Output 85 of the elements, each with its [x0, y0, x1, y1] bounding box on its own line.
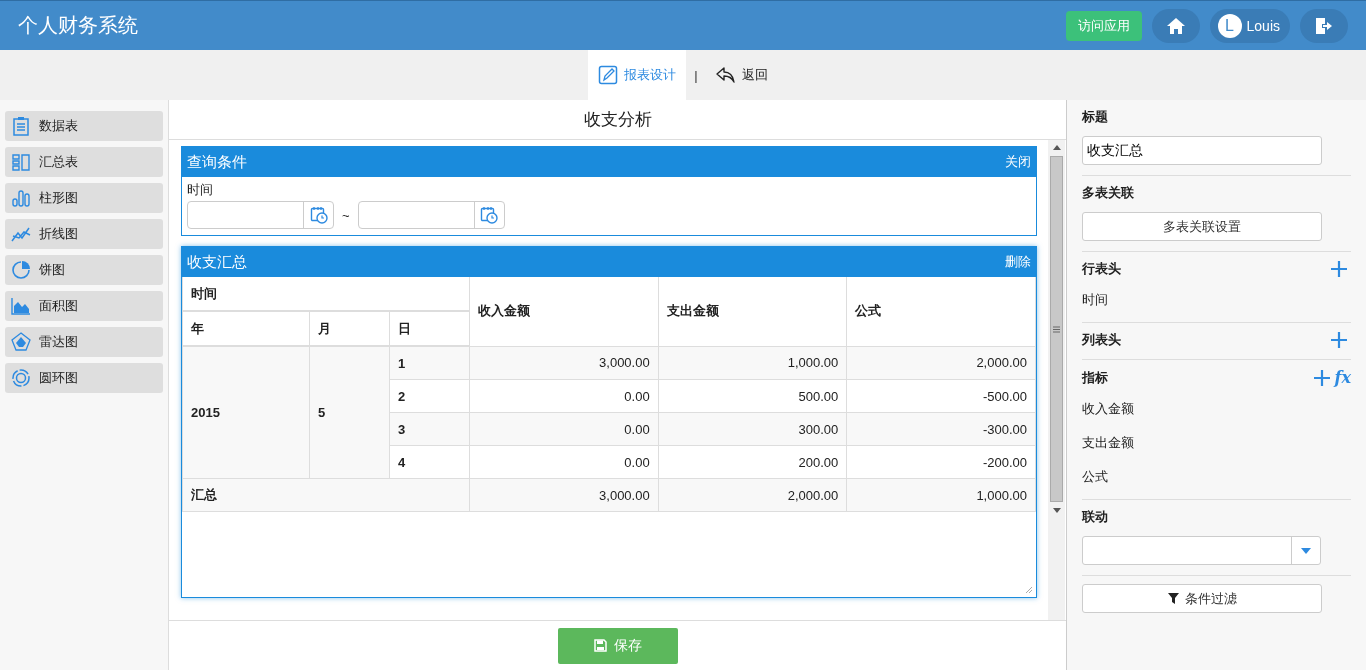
- table-cell: 1,000.00: [658, 346, 847, 380]
- table-cell: 3,000.00: [469, 346, 659, 380]
- sidebar-item[interactable]: 面积图: [5, 291, 163, 321]
- filter-icon: [1167, 593, 1179, 604]
- calendar-clock-icon: [309, 206, 328, 224]
- table-cell: 汇总: [182, 478, 470, 512]
- title-input[interactable]: 收支汇总: [1082, 136, 1322, 165]
- logout-button[interactable]: [1300, 8, 1348, 43]
- table-cell: 200.00: [658, 445, 847, 479]
- table-cell: 2015: [182, 346, 310, 479]
- sidebar-item[interactable]: 饼图: [5, 255, 163, 285]
- sidebar-item[interactable]: 汇总表: [5, 147, 163, 177]
- table-cell: 2: [389, 379, 470, 413]
- close-link[interactable]: 关闭: [1005, 153, 1031, 171]
- join-settings-button[interactable]: 多表关联设置: [1082, 212, 1322, 241]
- toolbar-tab[interactable]: 返回: [705, 50, 778, 100]
- back-arrow-icon: [715, 66, 736, 84]
- panel-title: 查询条件: [187, 152, 247, 172]
- table-cell: 1: [389, 346, 470, 380]
- date-field[interactable]: [187, 201, 334, 229]
- page-title: 收支分析: [169, 100, 1066, 140]
- bar-chart-icon: [11, 188, 31, 208]
- sidebar-item[interactable]: 雷达图: [5, 327, 163, 357]
- section-label: 联动: [1082, 508, 1109, 526]
- grip-lines-icon: [1053, 325, 1060, 333]
- table-cell: 0.00: [469, 412, 659, 446]
- table-cell: 500.00: [658, 379, 847, 413]
- section-label: 列表头: [1082, 331, 1121, 349]
- user-button[interactable]: L Louis: [1209, 8, 1290, 43]
- table-header: 支出金额: [658, 277, 847, 346]
- delete-link[interactable]: 删除: [1005, 253, 1031, 271]
- list-item[interactable]: 时间: [1082, 288, 1351, 312]
- sidebar-item[interactable]: 圆环图: [5, 363, 163, 393]
- exit-icon: [1314, 16, 1334, 35]
- user-avatar: L: [1217, 13, 1242, 38]
- table-cell: 3,000.00: [469, 478, 659, 512]
- section-label: 标题: [1082, 108, 1109, 126]
- section-label: 指标: [1082, 368, 1108, 387]
- table-cell: 0.00: [469, 445, 659, 479]
- table-cell: 5: [309, 346, 390, 479]
- donut-chart-icon: [11, 368, 31, 388]
- add-icon[interactable]: [1331, 261, 1347, 277]
- table-header: 时间: [182, 277, 470, 311]
- dropdown-caret-icon: [1301, 547, 1311, 554]
- calendar-clock-icon: [480, 206, 499, 224]
- summary-chart-icon: [11, 152, 31, 172]
- separator: |: [694, 67, 698, 83]
- table-cell: 0.00: [469, 379, 659, 413]
- table-cell: -500.00: [846, 379, 1036, 413]
- table-chart-icon: [11, 116, 31, 136]
- section-label: 多表关联: [1082, 184, 1135, 202]
- table-cell: 1,000.00: [846, 478, 1036, 512]
- filter-button[interactable]: 条件过滤: [1082, 584, 1322, 613]
- section-label: 行表头: [1082, 260, 1121, 278]
- list-item[interactable]: 公式: [1082, 465, 1351, 489]
- toolbar-tab[interactable]: 报表设计: [588, 50, 687, 100]
- range-separator: ~: [342, 207, 350, 223]
- home-icon: [1165, 16, 1186, 35]
- sidebar-item[interactable]: 数据表: [5, 111, 163, 141]
- panel-title: 收支汇总: [187, 252, 247, 272]
- table-header: 公式: [846, 277, 1036, 346]
- edit-icon: [598, 65, 619, 85]
- home-button[interactable]: [1151, 8, 1200, 43]
- list-item[interactable]: 支出金额: [1082, 431, 1351, 455]
- scrollbar[interactable]: [1048, 140, 1065, 620]
- table-cell: 3: [389, 412, 470, 446]
- table-cell: 300.00: [658, 412, 847, 446]
- sidebar-item[interactable]: 折线图: [5, 219, 163, 249]
- table-header: 收入金额: [469, 277, 659, 346]
- table-cell: 2,000.00: [846, 346, 1036, 380]
- add-icon[interactable]: [1331, 332, 1347, 348]
- radar-chart-icon: [11, 332, 31, 352]
- date-field[interactable]: [357, 201, 505, 229]
- area-chart-icon: [11, 296, 31, 316]
- list-item[interactable]: 收入金额: [1082, 397, 1351, 421]
- app-title: 个人财务系统: [18, 13, 138, 38]
- table-cell: 2,000.00: [658, 478, 847, 512]
- table-cell: -200.00: [846, 445, 1036, 479]
- sidebar-item[interactable]: 柱形图: [5, 183, 163, 213]
- table-cell: 4: [389, 445, 470, 479]
- add-icon[interactable]: [1313, 369, 1330, 386]
- field-label: 时间: [187, 181, 214, 199]
- resize-handle[interactable]: [1025, 586, 1033, 594]
- pie-chart-icon: [11, 260, 31, 280]
- table-cell: -300.00: [846, 412, 1036, 446]
